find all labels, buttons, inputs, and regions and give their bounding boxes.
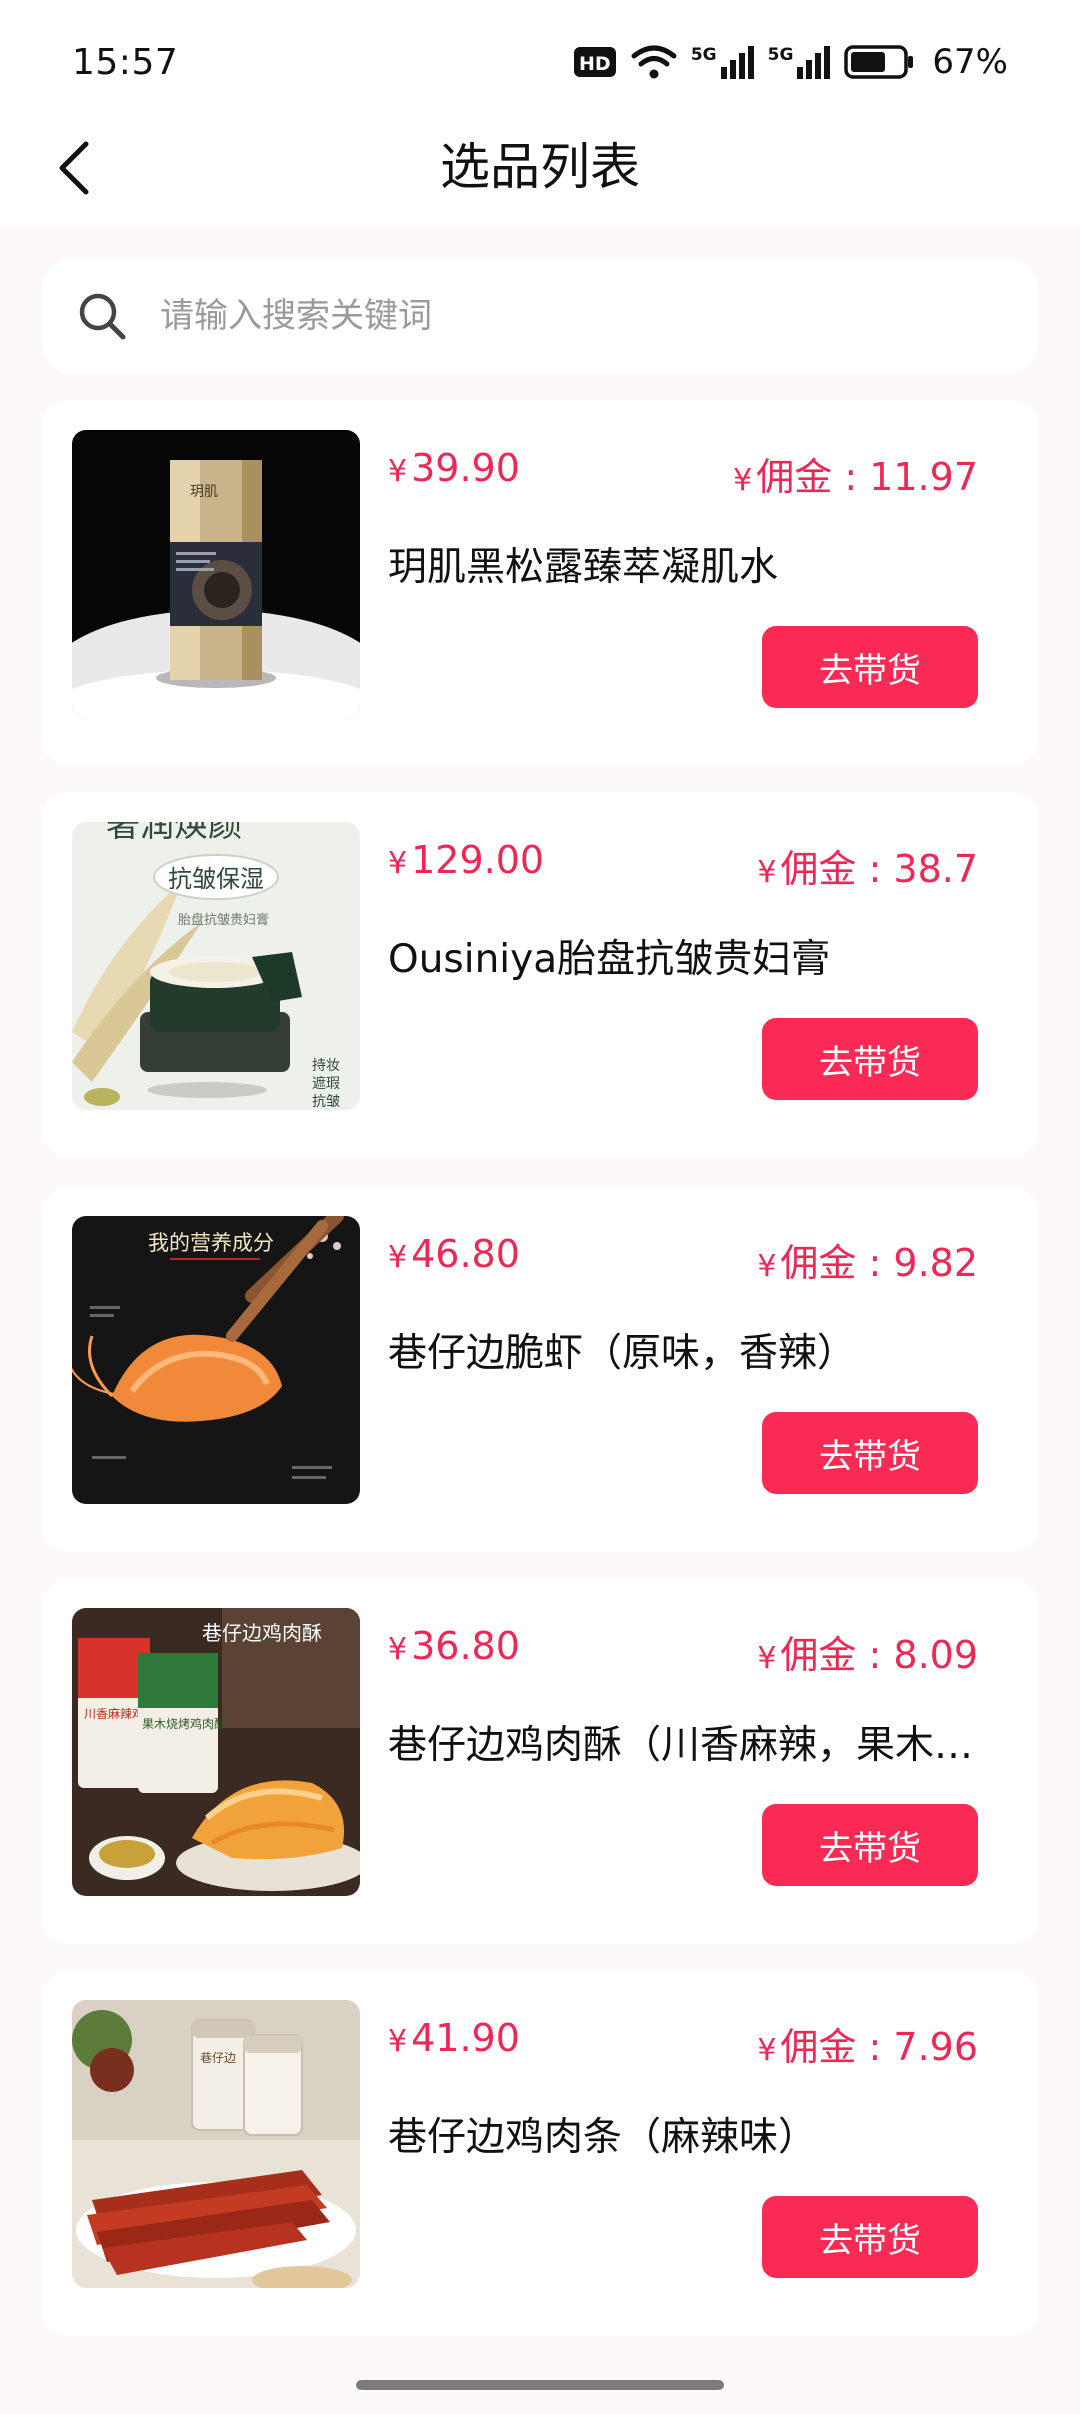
promote-button[interactable]: 去带货 bbox=[762, 1018, 978, 1100]
battery-icon bbox=[844, 45, 914, 79]
product-commission: ¥ 佣金 : 7.96 bbox=[757, 2016, 978, 2071]
product-card[interactable]: 巷仔边鸡肉酥 川香麻辣鸡肉酥 果木烧烤鸡肉酥 ¥36.80 ¥ 佣金 : 8.09… bbox=[42, 1578, 1038, 1944]
currency-symbol: ¥ bbox=[757, 855, 777, 890]
signal-bars-icon bbox=[720, 46, 754, 79]
product-card[interactable]: 我的营养成分 ¥46.80 ¥ 佣金 : 9.82 巷仔边脆虾（原味，香辣） 去带… bbox=[42, 1186, 1038, 1552]
commission-value: 38.7 bbox=[893, 847, 978, 891]
price-value: 129.00 bbox=[411, 838, 545, 882]
product-price: ¥46.80 bbox=[388, 1232, 520, 1276]
product-name: Ousiniya胎盘抗皱贵妇膏 bbox=[388, 937, 831, 982]
signal-5g-label: 5G bbox=[767, 45, 794, 65]
nav-bar: 选品列表 bbox=[0, 110, 1080, 228]
currency-symbol: ¥ bbox=[388, 2024, 408, 2059]
battery-percent: 67% bbox=[932, 42, 1008, 82]
signal-bars-icon bbox=[797, 46, 831, 79]
status-icons: HD 5G 5G 67% bbox=[573, 40, 1008, 84]
currency-symbol: ¥ bbox=[388, 1632, 408, 1667]
product-name: 巷仔边鸡肉条（麻辣味） bbox=[388, 2115, 818, 2160]
product-price: ¥129.00 bbox=[388, 838, 544, 882]
thumb-headline: 奢润焕颜 bbox=[106, 822, 242, 845]
product-card[interactable]: 玥肌 ¥39.90 ¥ 佣金 : 11.97 玥肌黑松露臻萃凝肌水 去带货 bbox=[42, 400, 1038, 766]
thumb-feature: 抗皱 bbox=[312, 1094, 340, 1110]
product-image[interactable]: 奢润焕颜 抗皱保湿 胎盘抗皱贵妇膏 持妆 遮瑕 抗皱 bbox=[72, 822, 360, 1110]
thumb-headline: 巷仔边鸡肉酥 bbox=[202, 1621, 322, 1645]
product-name: 巷仔边脆虾（原味，香辣） bbox=[388, 1331, 857, 1376]
status-bar: 15:57 HD 5G 5G 67% bbox=[0, 0, 1080, 128]
thumb-brand-text: 玥肌 bbox=[190, 484, 218, 500]
page-title: 选品列表 bbox=[440, 138, 640, 196]
product-name: 巷仔边鸡肉酥（川香麻辣，果木烧烤） bbox=[388, 1723, 978, 1768]
home-indicator[interactable] bbox=[356, 2380, 724, 2390]
product-price: ¥36.80 bbox=[388, 1624, 520, 1668]
hd-label: HD bbox=[579, 53, 611, 75]
commission-prefix: 佣金 : bbox=[756, 455, 870, 499]
signal-5g-2: 5G bbox=[768, 45, 831, 79]
product-commission: ¥ 佣金 : 8.09 bbox=[757, 1624, 978, 1679]
commission-prefix: 佣金 : bbox=[780, 1633, 894, 1677]
product-image[interactable]: 我的营养成分 bbox=[72, 1216, 360, 1504]
commission-prefix: 佣金 : bbox=[780, 2025, 894, 2069]
product-card[interactable]: 巷仔边 ¥41.90 ¥ 佣金 : 7.96 巷仔边鸡肉条（麻辣味） 去带货 bbox=[42, 1970, 1038, 2336]
product-commission: ¥ 佣金 : 38.7 bbox=[757, 838, 978, 893]
product-image[interactable]: 巷仔边 bbox=[72, 2000, 360, 2288]
promote-button[interactable]: 去带货 bbox=[762, 1412, 978, 1494]
commission-value: 11.97 bbox=[869, 455, 978, 499]
commission-prefix: 佣金 : bbox=[780, 847, 894, 891]
thumb-sub: 胎盘抗皱贵妇膏 bbox=[178, 912, 269, 928]
currency-symbol: ¥ bbox=[757, 1249, 777, 1284]
commission-value: 7.96 bbox=[893, 2025, 978, 2069]
product-commission: ¥ 佣金 : 11.97 bbox=[733, 446, 978, 501]
currency-symbol: ¥ bbox=[757, 1641, 777, 1676]
product-image[interactable]: 巷仔边鸡肉酥 川香麻辣鸡肉酥 果木烧烤鸡肉酥 bbox=[72, 1608, 360, 1896]
commission-value: 9.82 bbox=[893, 1241, 978, 1285]
product-card[interactable]: 奢润焕颜 抗皱保湿 胎盘抗皱贵妇膏 持妆 遮瑕 抗皱 ¥129.00 ¥ 佣金 :… bbox=[42, 792, 1038, 1158]
signal-5g-1: 5G bbox=[691, 45, 754, 79]
product-commission: ¥ 佣金 : 9.82 bbox=[757, 1232, 978, 1287]
price-value: 41.90 bbox=[411, 2016, 520, 2060]
price-value: 39.90 bbox=[411, 446, 520, 490]
product-price: ¥41.90 bbox=[388, 2016, 520, 2060]
currency-symbol: ¥ bbox=[388, 846, 408, 881]
product-image[interactable]: 玥肌 bbox=[72, 430, 360, 718]
promote-button[interactable]: 去带货 bbox=[762, 2196, 978, 2278]
promote-button[interactable]: 去带货 bbox=[762, 626, 978, 708]
promote-button[interactable]: 去带货 bbox=[762, 1804, 978, 1886]
price-value: 46.80 bbox=[411, 1232, 520, 1276]
commission-value: 8.09 bbox=[893, 1633, 978, 1677]
currency-symbol: ¥ bbox=[388, 454, 408, 489]
thumb-jar-label: 巷仔边 bbox=[200, 2051, 236, 2065]
search-bar[interactable] bbox=[42, 258, 1038, 374]
commission-prefix: 佣金 : bbox=[780, 1241, 894, 1285]
product-price: ¥39.90 bbox=[388, 446, 520, 490]
thumb-feature: 遮瑕 bbox=[312, 1076, 340, 1092]
currency-symbol: ¥ bbox=[733, 463, 753, 498]
currency-symbol: ¥ bbox=[388, 1240, 408, 1275]
wifi-icon bbox=[631, 45, 677, 79]
search-input[interactable] bbox=[160, 296, 980, 336]
status-time: 15:57 bbox=[72, 42, 179, 83]
search-icon bbox=[79, 293, 126, 340]
hd-icon: HD bbox=[573, 47, 616, 77]
thumb-badge: 抗皱保湿 bbox=[168, 865, 264, 893]
thumb-feature: 持妆 bbox=[312, 1058, 340, 1074]
thumb-pack-label: 果木烧烤鸡肉酥 bbox=[142, 1716, 226, 1731]
product-name: 玥肌黑松露臻萃凝肌水 bbox=[388, 545, 779, 590]
thumb-headline: 我的营养成分 bbox=[148, 1231, 274, 1255]
signal-5g-label: 5G bbox=[690, 45, 717, 65]
price-value: 36.80 bbox=[411, 1624, 520, 1668]
currency-symbol: ¥ bbox=[757, 2033, 777, 2068]
